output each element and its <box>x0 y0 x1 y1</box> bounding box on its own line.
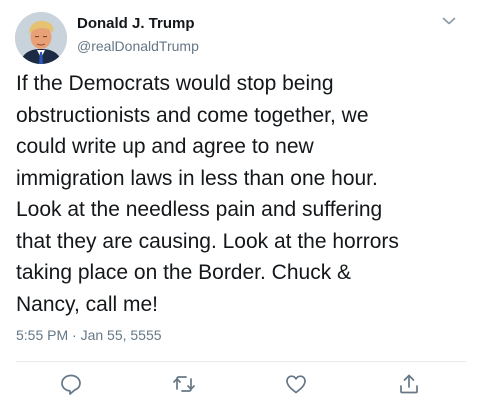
chevron-down-icon[interactable] <box>440 12 458 30</box>
tweet-card: Donald J. Trump @realDonaldTrump If the … <box>0 0 480 410</box>
tweet-timestamp[interactable]: 5:55 PM · Jan 55, 5555 <box>16 326 162 344</box>
author-name[interactable]: Donald J. Trump <box>77 15 195 33</box>
reply-icon[interactable] <box>59 372 83 396</box>
retweet-icon[interactable] <box>172 372 196 396</box>
heart-icon[interactable] <box>284 372 308 396</box>
avatar[interactable] <box>15 12 67 64</box>
share-icon[interactable] <box>397 372 421 396</box>
divider <box>16 361 466 362</box>
tweet-text: If the Democrats would stop being obstru… <box>16 72 399 316</box>
author-handle[interactable]: @realDonaldTrump <box>77 37 199 55</box>
